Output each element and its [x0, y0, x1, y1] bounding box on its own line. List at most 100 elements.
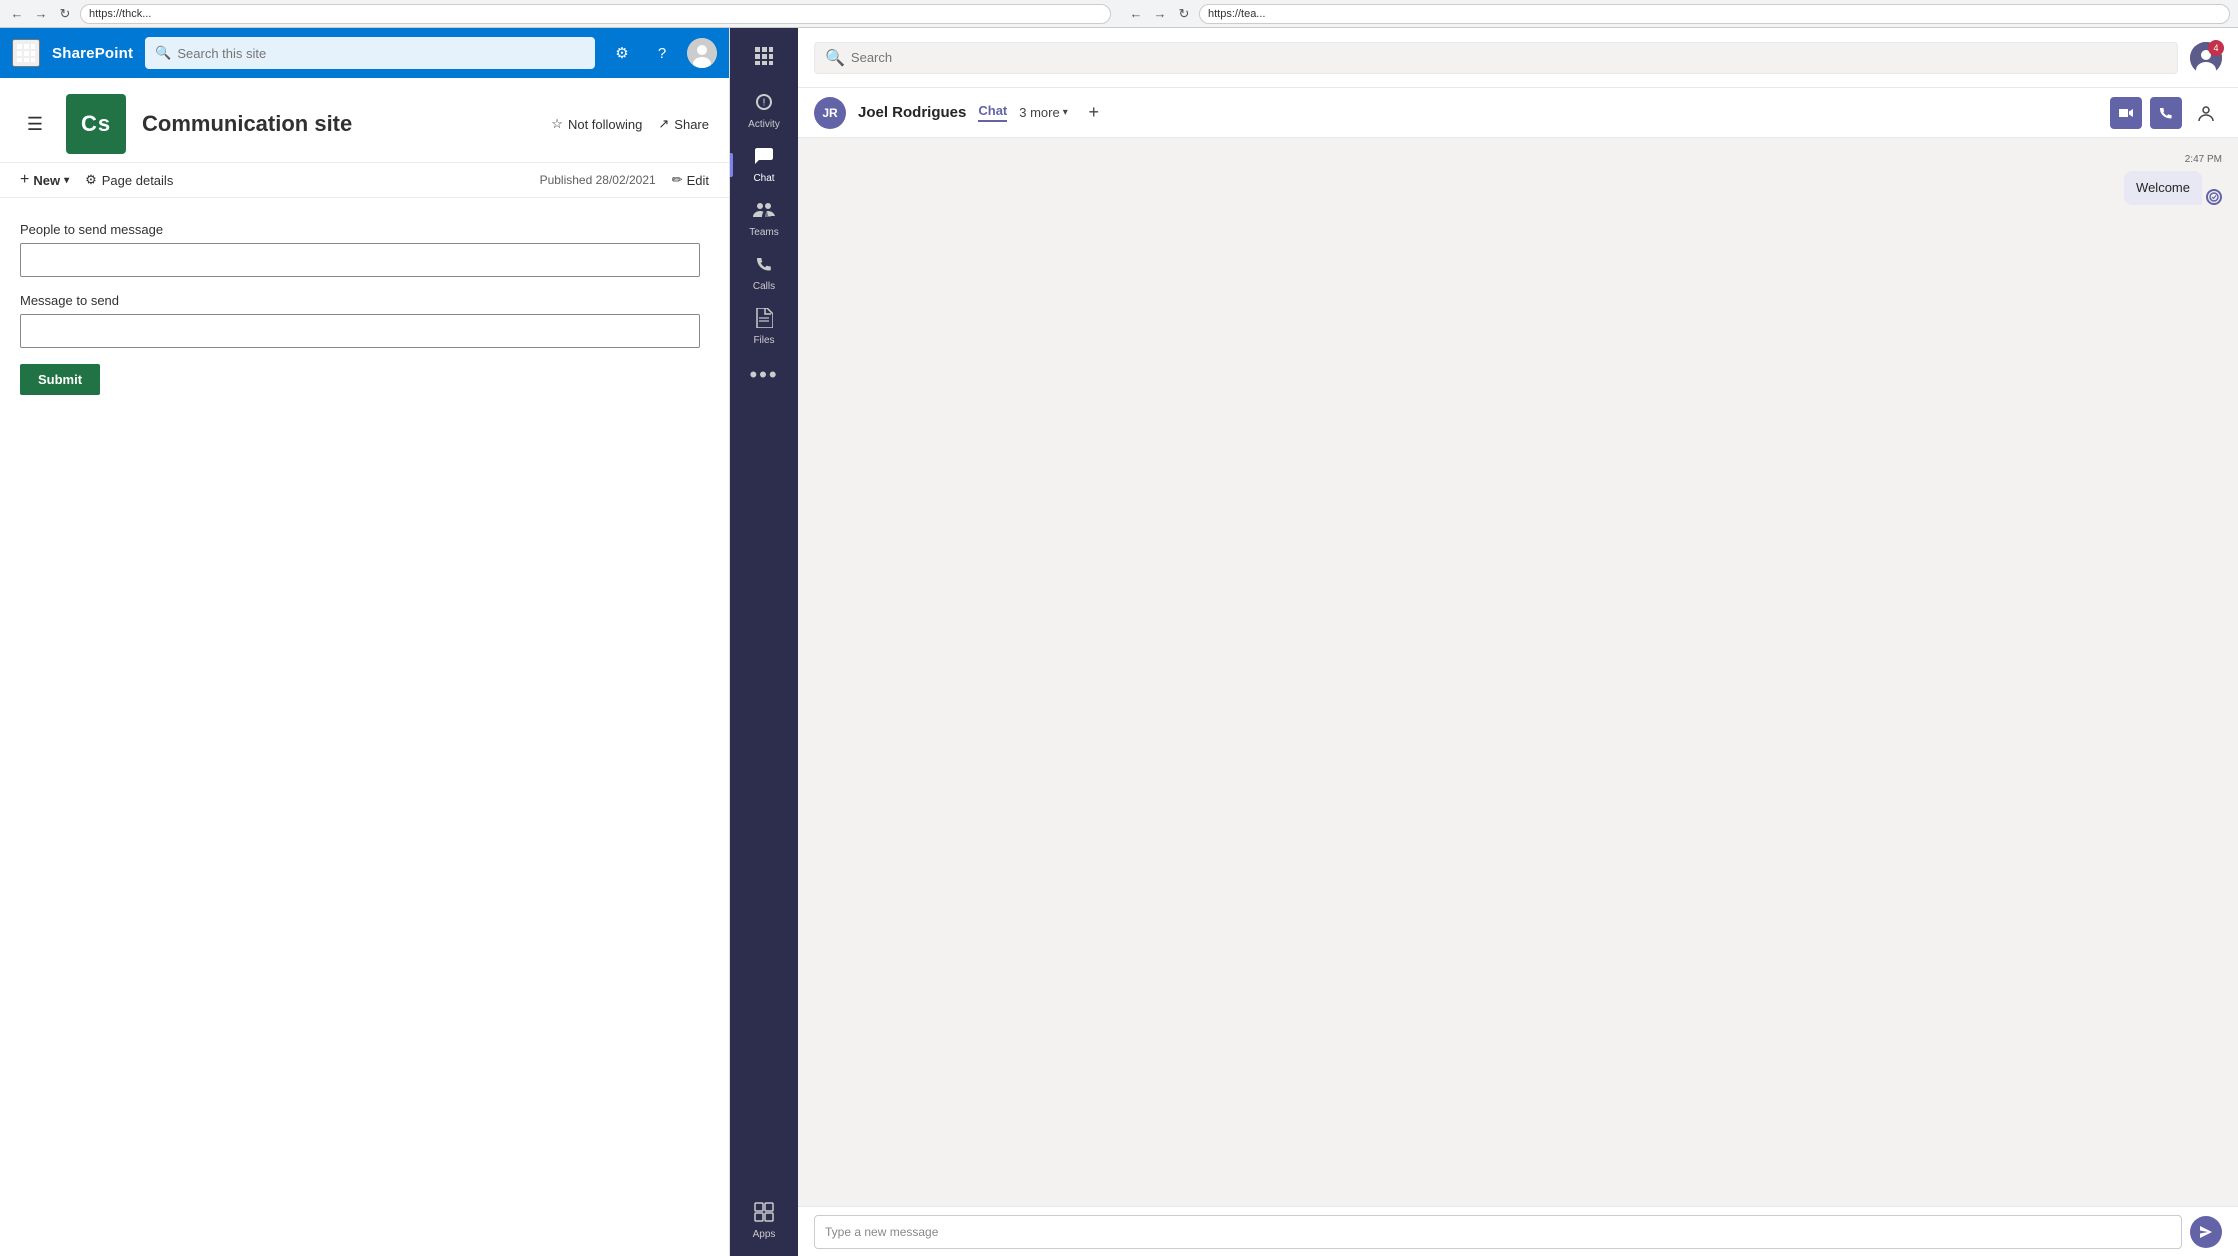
sp-form-section: People to send message Message to send S… [20, 222, 700, 395]
chat-tab[interactable]: Chat [978, 103, 1007, 122]
forward-btn-right[interactable]: → [1151, 5, 1169, 23]
sp-message-label: Message to send [20, 293, 700, 308]
sp-site-actions: ☆ Not following ↗ Share [551, 116, 709, 132]
sp-user-avatar[interactable] [687, 38, 717, 68]
notification-badge: 4 [2208, 40, 2224, 56]
browser-chrome: ← → ↻ https://thck... ← → ↻ https://tea.… [0, 0, 2238, 28]
more-tabs-button[interactable]: 3 more ▾ [1019, 105, 1068, 120]
teams-chat-header: JR Joel Rodrigues Chat 3 more ▾ + [798, 88, 2238, 138]
people-icon-button[interactable] [2190, 97, 2222, 129]
teams-main: 🔍 4 [798, 28, 2238, 1256]
sp-page-details-button[interactable]: ⚙ Page details [85, 172, 173, 188]
sp-share-button[interactable]: ↗ Share [658, 116, 709, 132]
sharepoint-panel: SharePoint 🔍 ⚙ ? ☰ Cs [0, 28, 730, 1256]
message-status [2206, 189, 2222, 205]
sidebar-item-chat[interactable]: Chat [730, 138, 798, 192]
back-btn-left[interactable]: ← [8, 5, 26, 23]
browser-left: ← → ↻ https://thck... [0, 0, 1119, 27]
teams-sidebar: Activity Chat [730, 28, 798, 1256]
files-icon [755, 308, 773, 333]
apps-label: Apps [753, 1229, 776, 1240]
sp-search-bar: 🔍 [145, 37, 595, 69]
sp-help-icon[interactable]: ? [647, 38, 677, 68]
sp-settings-icon[interactable]: ⚙ [607, 38, 637, 68]
compose-placeholder: Type a new message [825, 1225, 938, 1239]
url-right: https://tea... [1208, 8, 1265, 20]
video-call-button[interactable] [2110, 97, 2142, 129]
reload-btn-right[interactable]: ↻ [1175, 5, 1193, 23]
reload-btn-left[interactable]: ↻ [56, 5, 74, 23]
teams-icon [753, 200, 775, 225]
sp-site-name: Communication site [142, 111, 352, 137]
sp-waffle-icon[interactable] [12, 39, 40, 67]
address-bar-right[interactable]: https://tea... [1199, 4, 2230, 24]
sp-message-input[interactable] [20, 314, 700, 348]
forward-btn-left[interactable]: → [32, 5, 50, 23]
calls-label: Calls [753, 281, 775, 292]
sp-site-logo: Cs [66, 94, 126, 154]
sp-people-label: People to send message [20, 222, 700, 237]
back-btn-right[interactable]: ← [1127, 5, 1145, 23]
contact-name: Joel Rodrigues [858, 104, 966, 121]
sidebar-item-more[interactable]: ••• [730, 354, 798, 396]
gear-icon: ⚙ [85, 172, 97, 188]
teams-search-icon: 🔍 [825, 48, 845, 68]
teams-search-bar: 🔍 [814, 42, 2178, 74]
teams-compose-area[interactable]: Type a new message [814, 1215, 2182, 1249]
url-left: https://thck... [89, 8, 151, 20]
message-bubble: Welcome [2124, 171, 2202, 205]
teams-compose-bar: Type a new message [798, 1206, 2238, 1256]
plus-icon: + [20, 171, 29, 189]
message-group: 2:47 PM Welcome [2124, 154, 2222, 205]
activity-icon [754, 92, 774, 117]
teams-topbar-right: 4 [2190, 42, 2222, 74]
sidebar-item-calls[interactable]: Calls [730, 246, 798, 300]
pencil-icon: ✏ [672, 172, 683, 188]
teams-panel: Activity Chat [730, 28, 2238, 1256]
activity-label: Activity [748, 119, 780, 130]
sp-topbar-icons: ⚙ ? [607, 38, 717, 68]
teams-header-actions [2110, 97, 2222, 129]
more-icon: ••• [749, 362, 778, 388]
share-icon: ↗ [658, 116, 669, 132]
chat-icon [754, 146, 774, 171]
chevron-down-icon: ▾ [1063, 107, 1068, 118]
sidebar-item-files[interactable]: Files [730, 300, 798, 354]
sp-new-button[interactable]: + New ▾ [20, 171, 69, 189]
sidebar-item-teams[interactable]: Teams [730, 192, 798, 246]
teams-messages: 2:47 PM Welcome [798, 138, 2238, 1206]
chevron-down-icon: ▾ [64, 175, 69, 186]
sp-search-input[interactable] [177, 46, 585, 61]
sp-follow-button[interactable]: ☆ Not following [551, 116, 642, 132]
teams-waffle-icon[interactable] [744, 36, 784, 76]
apps-icon [754, 1202, 774, 1227]
sidebar-item-apps[interactable]: Apps [730, 1194, 798, 1248]
sp-logo-text: SharePoint [52, 45, 133, 62]
contact-avatar: JR [814, 97, 846, 129]
sp-toolbar: + New ▾ ⚙ Page details Published 28/02/2… [0, 163, 729, 198]
address-bar-left[interactable]: https://thck... [80, 4, 1111, 24]
sp-submit-button[interactable]: Submit [20, 364, 100, 395]
chat-label: Chat [753, 173, 774, 184]
sp-people-input[interactable] [20, 243, 700, 277]
sidebar-item-activity[interactable]: Activity [730, 84, 798, 138]
sp-published-text: Published 28/02/2021 [540, 173, 656, 187]
browser-right: ← → ↻ https://tea... [1119, 0, 2238, 27]
star-icon: ☆ [551, 116, 563, 132]
teams-send-button[interactable] [2190, 1216, 2222, 1248]
sp-edit-button[interactable]: ✏ Edit [672, 172, 709, 188]
teams-topbar: 🔍 4 [798, 28, 2238, 88]
sp-hamburger-icon[interactable]: ☰ [20, 109, 50, 139]
teams-label: Teams [749, 227, 778, 238]
add-tab-button[interactable]: + [1080, 99, 1108, 127]
files-label: Files [753, 335, 774, 346]
teams-search-input[interactable] [851, 50, 2167, 65]
sp-search-icon: 🔍 [155, 45, 171, 61]
audio-call-button[interactable] [2150, 97, 2182, 129]
message-text: Welcome [2136, 180, 2190, 195]
sp-content: People to send message Message to send S… [0, 198, 729, 1256]
message-time: 2:47 PM [2185, 154, 2222, 165]
calls-icon [754, 254, 774, 279]
sp-site-header: ☰ Cs Communication site ☆ Not following … [0, 78, 729, 163]
sp-topbar: SharePoint 🔍 ⚙ ? [0, 28, 729, 78]
